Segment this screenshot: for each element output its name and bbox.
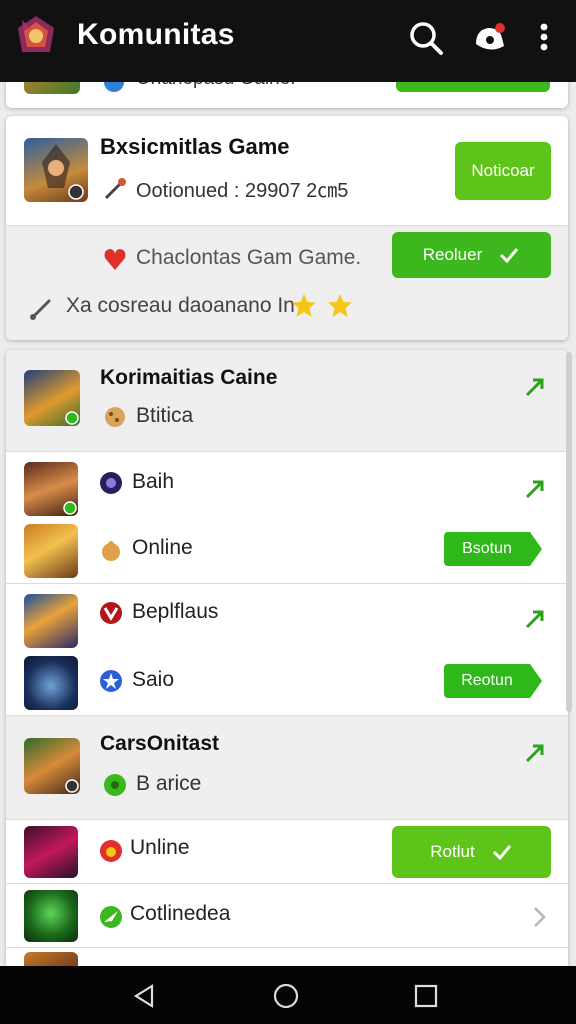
item-title: Cotlinedea <box>130 902 231 925</box>
star-icon <box>328 294 352 317</box>
list-item[interactable]: Korimaitias Caine Btitica <box>6 350 568 452</box>
action-button[interactable]: Reotun <box>444 664 542 698</box>
game-thumbnail <box>24 656 78 710</box>
partial-card[interactable]: Onanopasu Gaine! <box>6 82 568 108</box>
feed: Onanopasu Gaine! Bxsicmitlas Game Ootion… <box>0 82 576 966</box>
chevron-right-icon[interactable] <box>526 904 552 930</box>
info-row: Chaclontas Gam Game. Reoluer Xa cosreau … <box>6 226 568 340</box>
item-title: CarsOnitast <box>100 732 220 755</box>
hand-icon <box>102 541 120 561</box>
trend-arrow-icon[interactable] <box>522 740 548 766</box>
heart-icon <box>104 249 126 270</box>
community-list: Korimaitias Caine Btitica Baih Online Bs… <box>6 350 568 966</box>
star-icon <box>292 294 316 317</box>
item-title[interactable]: Beplflaus <box>132 600 218 624</box>
check-icon <box>500 248 519 264</box>
info-text: Chaclontas Gam Game. <box>136 246 362 269</box>
resolve-button[interactable]: Reoluer <box>392 232 551 278</box>
sword-icon <box>104 178 126 200</box>
game-thumbnail <box>24 826 78 878</box>
game-thumbnail <box>24 524 78 578</box>
star-badge-icon <box>100 670 122 692</box>
resolve-label: Reoluer <box>422 245 483 264</box>
list-group: Beplflaus Saio Reotun <box>6 584 568 716</box>
game-thumbnail <box>24 82 80 94</box>
game-thumbnail <box>24 594 78 648</box>
more-vert-icon[interactable] <box>526 18 562 58</box>
list-item[interactable]: Cotlinedea <box>6 884 568 948</box>
system-nav-bar <box>0 966 576 1024</box>
recents-icon[interactable] <box>412 982 440 1010</box>
item-subtitle: B arice <box>136 772 202 795</box>
trend-arrow-icon[interactable] <box>522 374 548 400</box>
page-title: Komunitas <box>77 18 235 51</box>
action-button[interactable]: Bsotun <box>444 532 542 566</box>
featured-subtitle: Ootionued : 29907 2㎝5 <box>136 180 349 202</box>
item-title[interactable]: Saio <box>132 668 174 692</box>
item-title[interactable]: Baih <box>132 470 174 494</box>
notification-icon[interactable] <box>470 18 510 58</box>
scrollbar[interactable] <box>566 352 572 712</box>
compass-icon <box>100 906 122 928</box>
list-item[interactable] <box>6 948 568 966</box>
game-icon <box>104 82 124 92</box>
list-item[interactable]: Unline Rotlut <box>6 820 568 884</box>
back-icon[interactable] <box>130 982 158 1010</box>
featured-row[interactable]: Bxsicmitlas Game Ootionued : 29907 2㎝5 N… <box>6 116 568 226</box>
search-icon[interactable] <box>406 18 446 58</box>
app-bar: Komunitas <box>0 0 576 82</box>
action-label: Rotlut <box>430 842 475 861</box>
partial-button[interactable] <box>396 82 550 92</box>
trend-arrow-icon[interactable] <box>522 476 548 502</box>
game-thumbnail <box>24 370 80 426</box>
list-item[interactable]: CarsOnitast B arice <box>6 716 568 820</box>
item-subtitle: Btitica <box>136 404 194 427</box>
home-icon[interactable] <box>272 982 300 1010</box>
game-thumbnail <box>24 952 78 966</box>
status-icon <box>104 774 126 796</box>
item-title[interactable]: Online <box>132 536 193 560</box>
action-button[interactable]: Rotlut <box>392 826 551 878</box>
item-title: Unline <box>130 836 190 859</box>
check-icon <box>492 845 511 861</box>
notice-button[interactable]: Noticoar <box>455 142 551 200</box>
comment-text: Xa cosreau daoanano In <box>66 294 295 317</box>
game-thumbnail <box>24 890 78 942</box>
edit-icon[interactable] <box>28 296 54 322</box>
trend-arrow-icon[interactable] <box>522 606 548 632</box>
featured-title: Bxsicmitlas Game <box>100 134 290 159</box>
cookie-icon <box>105 407 125 427</box>
shield-icon <box>100 602 122 624</box>
featured-card: Bxsicmitlas Game Ootionued : 29907 2㎝5 N… <box>6 116 568 340</box>
game-icon <box>100 472 122 494</box>
game-thumbnail <box>24 138 88 202</box>
app-logo-icon[interactable] <box>14 14 58 58</box>
game-thumbnail <box>24 462 78 516</box>
fire-icon <box>100 840 122 862</box>
item-title: Korimaitias Caine <box>100 366 278 389</box>
game-thumbnail <box>24 738 80 794</box>
partial-text: Onanopasu Gaine! <box>136 82 296 90</box>
list-group: Baih Online Bsotun <box>6 452 568 584</box>
